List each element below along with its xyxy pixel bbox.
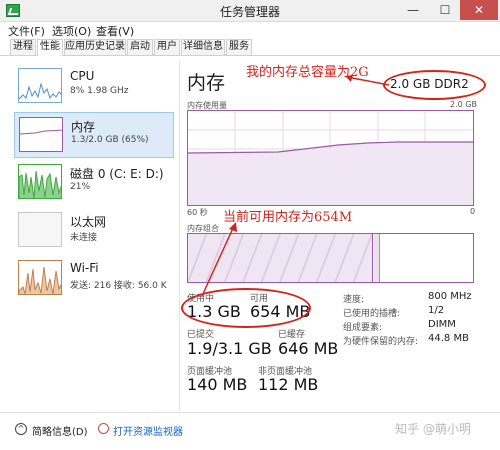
- tab-performance[interactable]: 性能: [37, 39, 63, 56]
- hardware-reserved-value: 44.8 MB: [428, 333, 469, 344]
- annotation-arrow-available: [201, 222, 237, 297]
- tab-services[interactable]: 服务: [226, 39, 252, 55]
- sidebar-item-wifi[interactable]: Wi-Fi 发送: 216 接收: 56.0 K: [14, 256, 174, 302]
- sidebar-item-value: 1.3/2.0 GB (65%): [71, 135, 149, 145]
- minimize-button[interactable]: —: [398, 0, 428, 20]
- tab-app-history[interactable]: 应用历史记录: [64, 39, 126, 55]
- open-resource-monitor-link[interactable]: 打开资源监视器: [113, 423, 183, 438]
- ethernet-thumbnail-graph: [18, 212, 62, 247]
- graph-time-zero: 0: [470, 207, 476, 216]
- memory-usage-max: 2.0 GB: [450, 100, 477, 109]
- resource-monitor-icon: [98, 423, 109, 434]
- annotation-circle-total: [383, 70, 486, 100]
- slots-used-value: 1/2: [428, 305, 445, 316]
- composition-modified: [374, 234, 380, 282]
- annotation-available-memory: 当前可用内存为654M: [223, 210, 353, 225]
- disk-thumbnail-graph: [18, 164, 62, 199]
- sidebar-item-label: 以太网: [70, 215, 107, 229]
- close-button[interactable]: ✕: [460, 0, 498, 20]
- sidebar-item-cpu[interactable]: CPU 8% 1.98 GHz: [14, 64, 174, 110]
- page-title: 内存: [187, 72, 226, 94]
- memory-thumbnail-graph: [19, 117, 63, 152]
- slots-used-label: 已使用的插槽:: [343, 309, 401, 319]
- hardware-reserved-label: 为硬件保留的内存:: [343, 337, 419, 347]
- paged-pool-value: 140 MB: [187, 375, 248, 394]
- annotation-arrow-total: [345, 75, 390, 86]
- menu-file[interactable]: 文件(F): [8, 23, 45, 39]
- cached-value: 646 MB: [278, 339, 339, 358]
- tab-startup[interactable]: 启动: [127, 39, 153, 55]
- sidebar-item-value: 未连接: [70, 233, 98, 243]
- tab-processes[interactable]: 进程: [10, 39, 36, 55]
- watermark: 知乎 @萌小明: [395, 422, 471, 436]
- tab-details[interactable]: 详细信息: [181, 39, 225, 55]
- menu-options[interactable]: 选项(O): [52, 23, 91, 39]
- menu-view[interactable]: 查看(V): [96, 23, 134, 39]
- sidebar-item-value: 8% 1.98 GHz: [70, 86, 129, 96]
- tab-strip: 进程 性能 应用历史记录 启动 用户 详细信息 服务: [0, 39, 500, 56]
- sidebar-item-label: CPU: [70, 69, 95, 83]
- fewer-details-button[interactable]: 简略信息(D): [32, 423, 88, 438]
- sidebar-item-ethernet[interactable]: 以太网 未连接: [14, 208, 174, 254]
- memory-usage-graph: [187, 110, 474, 206]
- sidebar-item-memory[interactable]: 内存 1.3/2.0 GB (65%): [14, 112, 174, 158]
- wifi-thumbnail-graph: [18, 260, 62, 295]
- menu-bar: 文件(F) 选项(O) 查看(V): [0, 22, 500, 38]
- tab-users[interactable]: 用户: [154, 39, 180, 55]
- speed-value: 800 MHz: [428, 291, 472, 302]
- title-bar: 任务管理器 — ☐ ✕: [0, 0, 500, 22]
- sidebar-item-label: 内存: [71, 120, 96, 134]
- performance-sidebar: CPU 8% 1.98 GHz 内存 1.3/2.0 GB (65%) 磁盘 0…: [10, 60, 180, 410]
- nonpaged-pool-value: 112 MB: [258, 375, 319, 394]
- committed-value: 1.9/3.1 GB: [187, 339, 272, 358]
- sidebar-item-label: Wi-Fi: [70, 261, 99, 275]
- maximize-button[interactable]: ☐: [430, 0, 460, 20]
- sidebar-item-value: 21%: [70, 182, 91, 192]
- sidebar-item-value: 发送: 216 接收: 56.0 K: [70, 281, 167, 291]
- cpu-thumbnail-graph: [18, 68, 62, 103]
- graph-time-label: 60 秒: [187, 208, 208, 217]
- sidebar-item-label: 磁盘 0 (C: E: D:): [70, 167, 164, 181]
- speed-label: 速度:: [343, 295, 365, 305]
- form-factor-value: DIMM: [428, 319, 456, 330]
- form-factor-label: 组成要素:: [343, 323, 383, 333]
- chevron-up-icon[interactable]: ^: [15, 423, 27, 435]
- sidebar-item-disk[interactable]: 磁盘 0 (C: E: D:) 21%: [14, 160, 174, 206]
